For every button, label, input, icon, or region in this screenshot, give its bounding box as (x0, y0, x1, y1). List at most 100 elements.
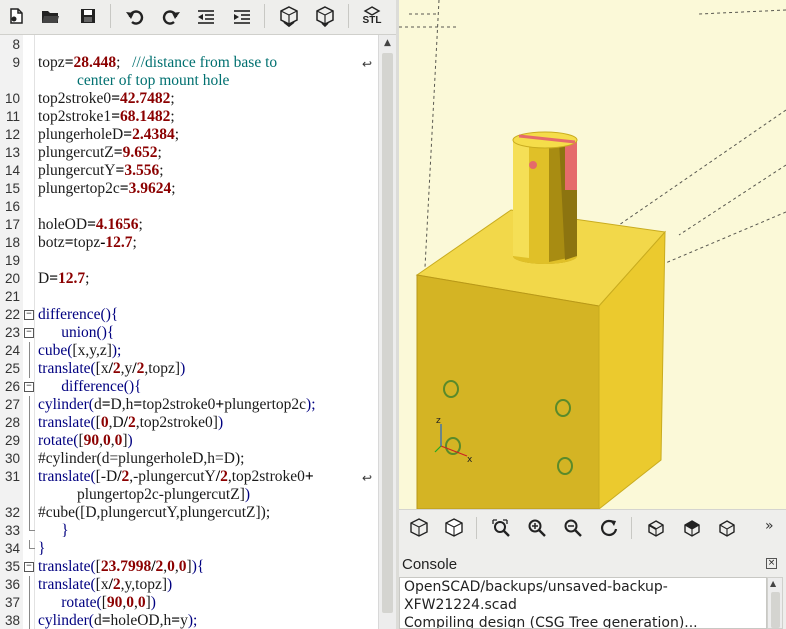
code-text: cylinder(d=holeOD,h=y); (38, 612, 197, 629)
zoom-out-button[interactable] (559, 514, 587, 542)
editor-scroll-thumb[interactable] (382, 53, 393, 613)
code-token: ){ (191, 558, 205, 575)
console-line: OpenSCAD/backups/unsaved-backup- (404, 579, 668, 595)
console-scrollbar[interactable]: ▲ (767, 577, 783, 629)
redo-button[interactable] (157, 2, 185, 30)
code-token: 4.1656 (95, 216, 139, 233)
new-file-icon (10, 8, 23, 24)
scroll-up-icon[interactable]: ▲ (379, 35, 396, 51)
code-token: translate( (38, 576, 96, 593)
code-line[interactable]: 8 (0, 36, 378, 54)
line-number: 36 (4, 577, 20, 592)
code-line[interactable]: 11 top2stroke1=68.1482; (0, 108, 378, 126)
console-close-button[interactable]: × (766, 558, 777, 569)
3d-viewport[interactable]: x z (399, 0, 786, 509)
code-line[interactable]: 9 topz=28.448; ///distance from base to ↩ (0, 54, 378, 72)
code-line[interactable]: 13 plungercutZ=9.652; (0, 144, 378, 162)
code-token: 23.7998 (100, 558, 152, 575)
code-line[interactable]: 36 translate([x/2,y,topz]) (0, 576, 378, 594)
code-line[interactable]: 24 cube([x,y,z]); (0, 342, 378, 360)
view-top-button[interactable] (678, 514, 706, 542)
view-all-button[interactable] (487, 514, 515, 542)
code-line[interactable]: 27 cylinder(d=D,h=top2stroke0+plungertop2… (0, 396, 378, 414)
code-text: difference(){ (38, 306, 118, 324)
code-line[interactable]: 23− union(){ (0, 324, 378, 342)
indent-button[interactable] (228, 2, 256, 30)
line-number: 19 (4, 253, 20, 268)
code-line[interactable]: 19 (0, 252, 378, 270)
code-line[interactable]: 33 } (0, 522, 378, 540)
line-number: 15 (4, 181, 20, 196)
code-token: 2 (127, 414, 136, 431)
console-scroll-thumb[interactable] (771, 592, 780, 628)
fold-guide (29, 594, 30, 612)
code-line[interactable]: 38 cylinder(d=holeOD,h=y); (0, 612, 378, 629)
unindent-button[interactable] (192, 2, 220, 30)
line-wrap-icon: ↩ (362, 471, 373, 485)
code-line[interactable]: 14 plungercutY=3.556; (0, 162, 378, 180)
view-top-icon (684, 520, 700, 537)
code-line[interactable]: 20 D=12.7; (0, 270, 378, 288)
fold-toggle-icon[interactable]: − (24, 382, 34, 392)
scroll-up-icon[interactable]: ▲ (770, 579, 776, 588)
fold-toggle-icon[interactable]: − (24, 562, 34, 572)
console-output[interactable]: OpenSCAD/backups/unsaved-backup- XFW21224… (399, 577, 767, 629)
code-line[interactable]: 16 (0, 198, 378, 216)
code-line[interactable]: 31 translate([-D/2,-plungercutY/2,top2str… (0, 468, 378, 486)
preview-button[interactable] (275, 2, 303, 30)
console-line: Compiling design (CSG Tree generation)..… (404, 615, 698, 629)
code-line[interactable]: center of top mount hole (0, 72, 378, 90)
view-bottom-button[interactable] (713, 514, 741, 542)
code-line[interactable]: 28 translate([0,D/2,top2stroke0]) (0, 414, 378, 432)
open-file-button[interactable] (36, 2, 64, 30)
line-number: 18 (4, 235, 20, 250)
code-text: } (38, 540, 45, 558)
fold-toggle-icon[interactable]: − (24, 328, 34, 338)
code-line[interactable]: 32 #cube([D,plungercutY,plungercutZ]); (0, 504, 378, 522)
line-number: 11 (5, 109, 20, 124)
line-number: 24 (4, 343, 20, 358)
editor-scrollbar[interactable]: ▲ (378, 35, 396, 629)
code-token: = (64, 54, 74, 71)
reset-view-button[interactable] (595, 514, 623, 542)
code-line[interactable]: 37 rotate([90,0,0]) (0, 594, 378, 612)
zoom-in-button[interactable] (523, 514, 551, 542)
code-token: = (111, 90, 121, 107)
new-file-button[interactable] (2, 2, 30, 30)
code-line[interactable]: 22− difference(){ (0, 306, 378, 324)
render-button[interactable] (311, 2, 339, 30)
code-editor[interactable]: 8 9 topz=28.448; ///distance from base to ↩… (0, 34, 396, 629)
code-line[interactable]: 26− difference(){ (0, 378, 378, 396)
fold-toggle-icon[interactable]: − (24, 310, 34, 320)
preview-mode-button[interactable] (405, 514, 433, 542)
export-stl-button[interactable]: STL (358, 2, 386, 30)
save-file-button[interactable] (74, 2, 102, 30)
code-token: = (111, 108, 121, 125)
code-line[interactable]: 35− translate([23.7998/2,0,0]){ (0, 558, 378, 576)
undo-button[interactable] (121, 2, 149, 30)
code-line[interactable]: 18 botz=topz-12.7; (0, 234, 378, 252)
code-line[interactable]: 29 rotate([90,0,0]) (0, 432, 378, 450)
code-token: D,h (110, 396, 134, 413)
code-line[interactable]: 34} (0, 540, 378, 558)
line-number: 35 (4, 559, 20, 574)
render-mode-button[interactable] (440, 514, 468, 542)
code-line[interactable]: plungertop2c-plungercutZ]) (0, 486, 378, 504)
fold-guide (29, 396, 30, 414)
code-line[interactable]: 10 top2stroke0=42.7482; (0, 90, 378, 108)
code-token: ; (85, 270, 90, 287)
code-line[interactable]: 15 plungertop2c=3.9624; (0, 180, 378, 198)
code-line[interactable]: 30 #cylinder(d=plungerholeD,h=D); (0, 450, 378, 468)
code-token: 12.7 (58, 270, 86, 287)
code-line[interactable]: 25 translate([x/2,y/2,topz]) (0, 360, 378, 378)
code-token: = (113, 144, 123, 161)
code-lines: 8 9 topz=28.448; ///distance from base to ↩… (0, 36, 378, 629)
code-token: ; (174, 126, 180, 143)
code-token: ) (150, 594, 156, 611)
more-tools-button[interactable]: » (765, 518, 774, 534)
view-right-button[interactable] (642, 514, 670, 542)
code-line[interactable]: 17 holeOD=4.1656; (0, 216, 378, 234)
code-line[interactable]: 12 plungerholeD=2.4384; (0, 126, 378, 144)
code-line[interactable]: 21 (0, 288, 378, 306)
code-text: topz=28.448; ///distance from base to (38, 54, 277, 72)
